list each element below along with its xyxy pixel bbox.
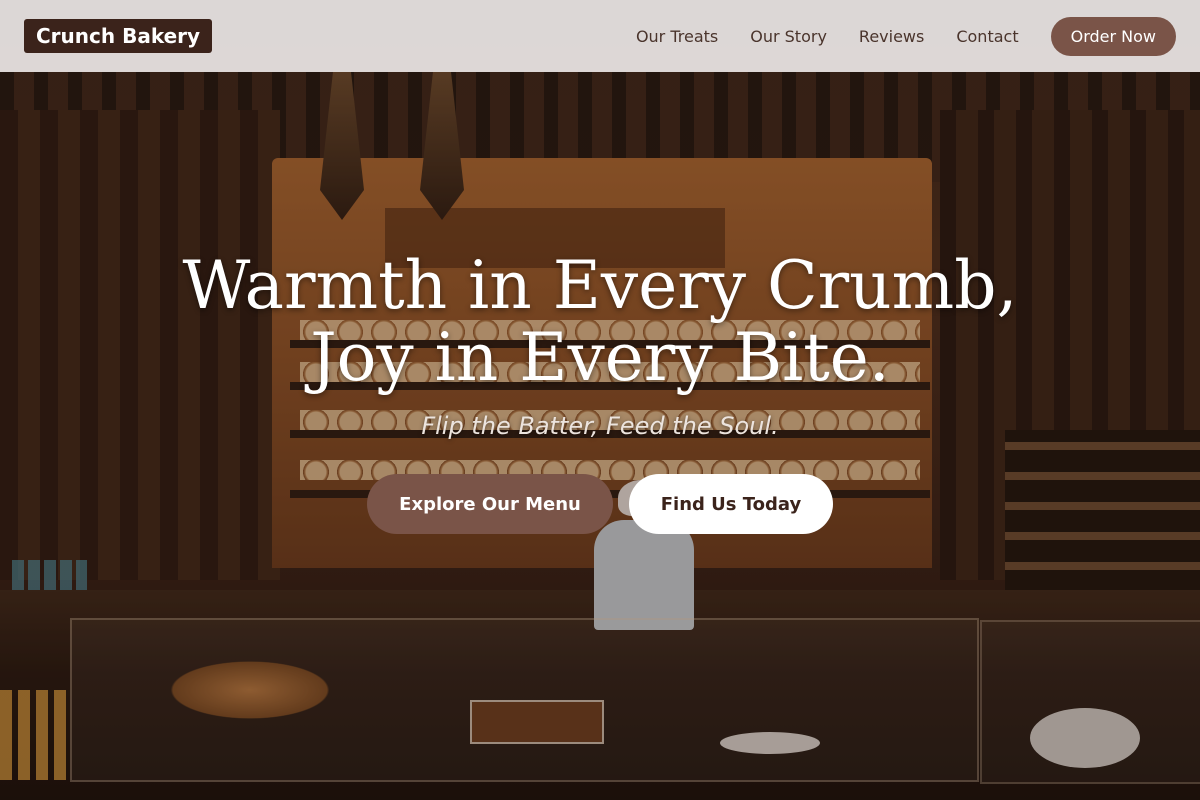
order-now-button[interactable]: Order Now — [1050, 16, 1176, 56]
hero-section: Warmth in Every Crumb, Joy in Every Bite… — [0, 250, 1200, 534]
nav-link-reviews[interactable]: Reviews — [859, 27, 924, 46]
nav-link-contact[interactable]: Contact — [956, 27, 1018, 46]
brand-logo[interactable]: Crunch Bakery — [24, 19, 213, 53]
main-nav: Our Treats Our Story Reviews Contact — [636, 27, 1019, 46]
nav-link-our-treats[interactable]: Our Treats — [636, 27, 718, 46]
hero-cta-row: Explore Our Menu Find Us Today — [0, 474, 1200, 534]
hero-title: Warmth in Every Crumb, Joy in Every Bite… — [0, 250, 1200, 394]
explore-menu-button[interactable]: Explore Our Menu — [367, 474, 613, 534]
find-us-button[interactable]: Find Us Today — [629, 474, 833, 534]
nav-link-our-story[interactable]: Our Story — [750, 27, 827, 46]
hero-title-line-2: Joy in Every Bite. — [310, 319, 890, 396]
hero-title-line-1: Warmth in Every Crumb, — [182, 247, 1018, 324]
site-header: Crunch Bakery Our Treats Our Story Revie… — [0, 0, 1200, 72]
hero-tagline: Flip the Batter, Feed the Soul. — [421, 412, 779, 440]
